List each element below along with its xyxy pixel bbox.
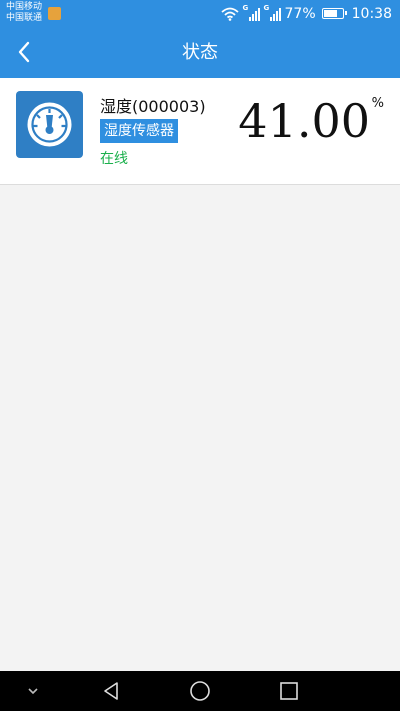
status-bar: 中国移动 中国联通 G G 77% 10:38	[0, 0, 400, 27]
carrier-2: 中国联通	[6, 13, 43, 23]
page-title: 状态	[182, 42, 218, 63]
battery-percent: 77%	[284, 5, 316, 22]
device-card[interactable]: 湿度(000003) 湿度传感器 在线 41.00 %	[0, 78, 400, 185]
app-bar: 状态	[0, 27, 400, 78]
chevron-down-icon[interactable]	[20, 671, 46, 711]
device-online-status: 在线	[100, 151, 128, 167]
sim2-network-type: G	[263, 3, 270, 12]
battery-fill	[323, 10, 337, 17]
clock: 10:38	[351, 5, 392, 22]
reading-value: 41.00	[238, 94, 370, 148]
signal-icon: G	[242, 3, 260, 21]
carrier-names: 中国移动 中国联通	[6, 2, 42, 24]
sim1-network-type: G	[242, 3, 249, 12]
recents-square-icon[interactable]	[274, 671, 304, 711]
system-nav-bar	[0, 671, 400, 711]
carrier-1: 中国移动	[6, 2, 43, 12]
signal-icon: G	[263, 3, 281, 21]
battery-icon	[321, 8, 347, 19]
wifi-icon	[220, 7, 239, 21]
gauge-icon	[16, 91, 83, 158]
device-type-badge: 湿度传感器	[100, 119, 178, 143]
status-indicators: G G 77% 10:38	[220, 0, 392, 27]
device-name: 湿度(000003)	[100, 97, 206, 116]
home-circle-icon[interactable]	[185, 671, 215, 711]
reading-unit: %	[371, 96, 384, 111]
notification-app-icon	[48, 7, 61, 20]
back-triangle-icon[interactable]	[96, 671, 126, 711]
